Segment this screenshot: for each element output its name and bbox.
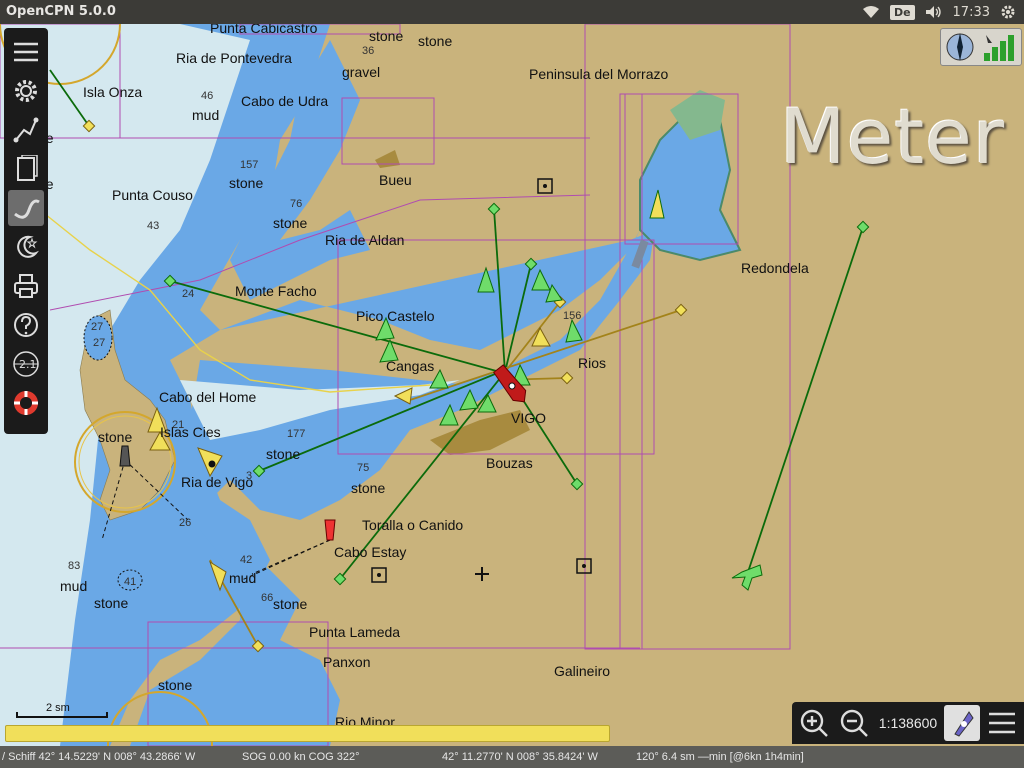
seabed-label: stone bbox=[369, 28, 403, 44]
label-cangas: Cangas bbox=[386, 358, 434, 374]
seabed-label: gravel bbox=[342, 64, 380, 80]
system-tray: De 17:33 bbox=[862, 0, 1024, 24]
label-redondela: Redondela bbox=[741, 260, 809, 276]
depth-sounding: 46 bbox=[201, 90, 213, 102]
seabed-label: stone bbox=[418, 33, 452, 49]
label-cabo-home: Cabo del Home bbox=[159, 389, 256, 405]
label-bouzas: Bouzas bbox=[486, 455, 533, 471]
keyboard-layout-indicator[interactable]: De bbox=[889, 3, 915, 21]
night-mode-icon[interactable] bbox=[8, 229, 44, 265]
label-vigo: VIGO bbox=[511, 410, 546, 426]
label-toralla: Toralla o Canido bbox=[362, 517, 463, 533]
label-punta-couso: Punta Couso bbox=[112, 187, 193, 203]
depth-sounding: 27 bbox=[91, 321, 103, 333]
system-settings-icon[interactable] bbox=[1000, 3, 1016, 21]
depth-sounding: 26 bbox=[179, 517, 191, 529]
label-ria-aldan: Ria de Aldan bbox=[325, 232, 404, 248]
label-panxon: Panxon bbox=[323, 654, 370, 670]
seabed-label: stone bbox=[158, 677, 192, 693]
depth-sounding: 41 bbox=[124, 576, 136, 588]
system-top-bar: OpenCPN 5.0.0 De 17:33 bbox=[0, 0, 1024, 24]
status-sog-cog: SOG 0.00 kn COG 322° bbox=[242, 751, 360, 763]
label-islas-cies: Islas Cies bbox=[160, 424, 221, 440]
depth-sounding: 3 bbox=[246, 470, 252, 482]
label-ria-vigo: Ria de Vigo bbox=[181, 474, 253, 490]
hamburger-menu-icon[interactable] bbox=[984, 705, 1020, 741]
compass-icon bbox=[946, 33, 973, 61]
label-rios: Rios bbox=[578, 355, 606, 371]
depth-sounding: 21 bbox=[172, 419, 184, 431]
depth-sounding: 83 bbox=[68, 560, 80, 572]
label-cabo-estay: Cabo Estay bbox=[334, 544, 406, 560]
label-pico-castelo: Pico Castelo bbox=[356, 308, 435, 324]
volume-icon[interactable] bbox=[925, 3, 943, 21]
mob-icon[interactable] bbox=[8, 385, 44, 421]
track-icon[interactable] bbox=[8, 190, 44, 226]
zoom-out-icon[interactable] bbox=[836, 705, 872, 741]
seabed-label: mud bbox=[192, 107, 219, 123]
seabed-label: stone bbox=[94, 595, 128, 611]
meter-overlay-label: Meter bbox=[780, 92, 1006, 181]
depth-sounding: 177 bbox=[287, 428, 305, 440]
seabed-label: stone bbox=[273, 215, 307, 231]
window-title: OpenCPN 5.0.0 bbox=[6, 4, 116, 19]
depth-sounding: 43 bbox=[147, 220, 159, 232]
scale-bar-line bbox=[16, 712, 108, 718]
label-isla-onza: Isla Onza bbox=[83, 84, 142, 100]
print-icon[interactable] bbox=[8, 268, 44, 304]
seabed-label: mud bbox=[229, 570, 256, 586]
chart-scale-label[interactable]: 1:138600 bbox=[876, 715, 940, 731]
status-ship-position: / Schiff 42° 14.5229' N 008° 43.2866' W bbox=[2, 751, 196, 763]
settings-icon[interactable] bbox=[8, 73, 44, 109]
gps-signal-icon bbox=[983, 35, 1014, 61]
zoom-control-bar: 1:138600 bbox=[792, 702, 1024, 744]
depth-sounding: 42 bbox=[240, 554, 252, 566]
main-toolbar: 2.1 bbox=[4, 28, 48, 434]
compass-gps-status[interactable] bbox=[940, 28, 1022, 66]
seabed-label: stone bbox=[273, 596, 307, 612]
depth-sounding: 24 bbox=[182, 288, 194, 300]
status-range-bearing: 120° 6.4 sm —min [@6kn 1h4min] bbox=[636, 751, 804, 763]
depth-sounding: 156 bbox=[563, 310, 581, 322]
scale-bar: 2 sm bbox=[16, 700, 108, 720]
depth-sounding: 76 bbox=[290, 198, 302, 210]
status-cursor-position: 42° 11.2770' N 008° 35.8424' W bbox=[442, 751, 598, 763]
status-bar: / Schiff 42° 14.5229' N 008° 43.2866' W … bbox=[0, 746, 1024, 768]
seabed-label: stone bbox=[229, 175, 263, 191]
chart-select-icon[interactable] bbox=[8, 151, 44, 187]
label-cabo-udra: Cabo de Udra bbox=[241, 93, 328, 109]
label-monte-facho: Monte Facho bbox=[235, 283, 317, 299]
depth-sounding: 27 bbox=[93, 337, 105, 349]
zoom-in-icon[interactable] bbox=[796, 705, 832, 741]
label-punta-cabicastro: Punta Cabicastro bbox=[210, 24, 318, 36]
route-icon[interactable] bbox=[8, 112, 44, 148]
depth-sounding: 75 bbox=[357, 462, 369, 474]
clock[interactable]: 17:33 bbox=[953, 5, 990, 20]
depth-sounding: 36 bbox=[362, 45, 374, 57]
label-ria-pontevedra: Ria de Pontevedra bbox=[176, 50, 292, 66]
label-bueu: Bueu bbox=[379, 172, 412, 188]
ais-icon[interactable]: 2.1 bbox=[8, 346, 44, 382]
seabed-label: stone bbox=[351, 480, 385, 496]
depth-sounding: 66 bbox=[261, 592, 273, 604]
label-galineiro: Galineiro bbox=[554, 663, 610, 679]
follow-ship-icon[interactable] bbox=[944, 705, 980, 741]
ais-icon-label: 2.1 bbox=[19, 358, 37, 371]
label-peninsula-morrazo: Peninsula del Morrazo bbox=[529, 66, 669, 82]
depth-sounding: 157 bbox=[240, 159, 258, 171]
seabed-label: mud bbox=[60, 578, 87, 594]
label-punta-lameda: Punta Lameda bbox=[309, 624, 400, 640]
keyboard-layout-label: De bbox=[889, 4, 915, 20]
menu-icon[interactable] bbox=[8, 34, 44, 70]
help-icon[interactable] bbox=[8, 307, 44, 343]
nautical-chart-canvas[interactable]: Punta Cabicastro Ria de Pontevedra Isla … bbox=[0, 24, 1024, 746]
wifi-icon[interactable] bbox=[862, 3, 880, 21]
loading-progress-bar bbox=[5, 725, 610, 742]
seabed-label: stone bbox=[98, 429, 132, 445]
seabed-label: stone bbox=[266, 446, 300, 462]
